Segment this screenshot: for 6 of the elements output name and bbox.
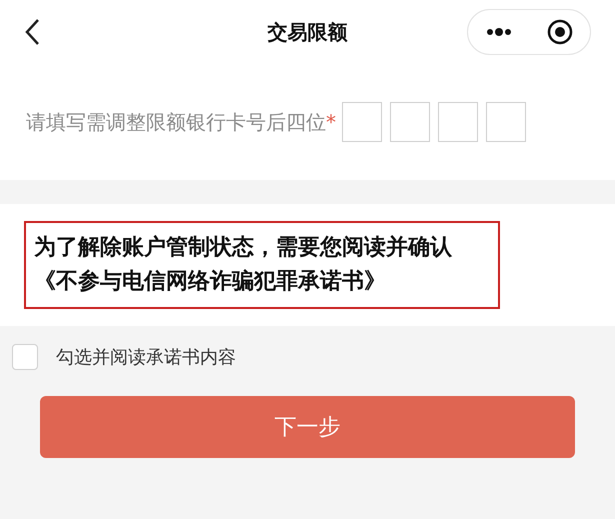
next-button[interactable]: 下一步 — [40, 396, 575, 458]
notice-text: 为了解除账户管制状态，需要您阅读并确认《不参与电信网络诈骗犯罪承诺书》 — [34, 234, 454, 296]
required-mark: * — [326, 109, 336, 136]
card-digits-label: 请填写需调整限额银行卡号后四位 — [26, 109, 326, 136]
agreement-label: 勾选并阅读承诺书内容 — [56, 346, 236, 370]
window-title: 交易限额 — [268, 19, 348, 46]
